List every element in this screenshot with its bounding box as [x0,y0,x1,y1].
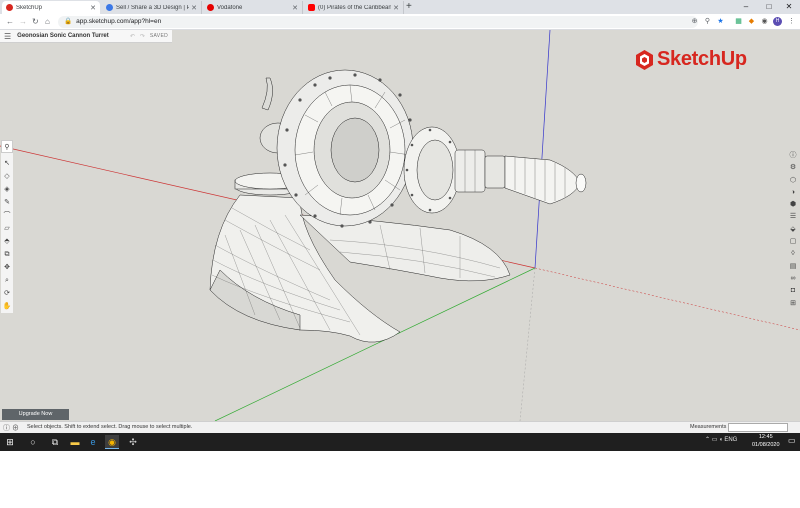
sketchup-favicon-icon [6,4,13,11]
extension-icon[interactable]: ◆ [747,17,756,26]
move-tool-icon[interactable]: ✥ [1,261,13,274]
push-pull-icon[interactable]: ⬘ [1,235,13,248]
windows-taskbar: ⊞ ○ ⧉ ▬ e ◉ ✣ ⌃ ▭ ◖ ENG 12:45 01/08/2020… [0,433,800,451]
browser-tab-bar: SketchUp ✕ Sell / Share a 3D Design | Pi… [0,0,800,14]
clock-time: 12:45 [758,434,773,440]
close-icon[interactable]: ✕ [393,4,399,12]
url-text: app.sketchup.com/app?hl=en [76,18,162,25]
task-view-icon[interactable]: ⧉ [48,435,62,449]
tab-pinshape[interactable]: Sell / Share a 3D Design | Pinsha ✕ [102,1,202,14]
entity-info-icon[interactable]: ⓘ [787,150,799,162]
extension-icon[interactable]: ▦ [734,17,743,26]
search-icon[interactable]: ○ [26,435,40,449]
edge-icon[interactable]: e [86,435,100,449]
tab-sketchup[interactable]: SketchUp ✕ [2,1,100,14]
bookmark-star-icon[interactable]: ★ [716,17,725,26]
tab-label: SketchUp [16,4,43,11]
save-status: SAVED [149,33,168,39]
solid-inspector-icon[interactable]: ⊞ [787,298,799,310]
arc-tool-icon[interactable]: ⌒ [1,209,13,222]
paint-bucket-icon[interactable]: ◈ [1,183,13,196]
pencil-line-icon[interactable]: ✎ [1,196,13,209]
shadows-icon[interactable]: ◘ [787,285,799,297]
status-bar: ⓘ ⊕ Select objects. Shift to extend sele… [0,421,800,433]
blue-axis [534,30,551,269]
status-info-icon[interactable]: ⓘ ⊕ [3,423,19,433]
new-tab-button[interactable]: + [406,1,412,13]
pan-tool-icon[interactable]: ✋ [1,300,13,313]
scenes-icon[interactable]: ▤ [787,261,799,273]
address-bar[interactable]: 🔒 app.sketchup.com/app?hl=en [58,16,698,28]
browser-toolbar: ← → ↻ ⌂ 🔒 app.sketchup.com/app?hl=en ⊕ ⚲ … [0,14,800,30]
reload-icon[interactable]: ↻ [32,16,39,28]
logo-text: SketchUp [657,48,747,70]
clock[interactable]: 12:45 01/08/2020 [752,434,780,449]
select-tool-icon[interactable]: ↖ [1,157,13,170]
undo-icon[interactable]: ↶ [130,33,135,40]
app-icon[interactable]: ✣ [126,435,140,449]
sketchup-logo: SketchUp [636,48,747,71]
globe-favicon-icon [106,4,113,11]
language-indicator[interactable]: ENG [724,437,737,443]
measurements-label: Measurements [690,424,727,430]
styles-icon[interactable]: ⬢ [787,199,799,211]
maximize-button[interactable]: □ [758,0,780,13]
status-message: Select objects. Shift to extend select. … [27,424,193,430]
3d-model-canvas[interactable] [0,30,800,421]
close-icon[interactable]: ✕ [191,4,197,12]
install-app-icon[interactable]: ⊕ [690,17,699,26]
rectangle-tool-icon[interactable]: ▱ [1,222,13,235]
system-tray[interactable]: ⌃ ▭ ◖ ENG [705,436,737,443]
vodafone-favicon-icon [207,4,214,11]
extension-icon[interactable]: ◉ [760,17,769,26]
screen: SketchUp ✕ Sell / Share a 3D Design | Pi… [0,0,800,451]
upgrade-now-button[interactable]: Upgrade Now [2,409,69,420]
notification-icon[interactable]: ▭ [788,436,796,445]
outliner-icon[interactable]: ⬙ [787,224,799,236]
file-explorer-icon[interactable]: ▬ [68,435,82,449]
redo-icon[interactable]: ↷ [140,33,145,40]
eraser-tool-icon[interactable]: ◇ [1,170,13,183]
model-title[interactable]: Geonosian Sonic Cannon Turret [17,33,130,39]
offset-tool-icon[interactable]: ⧉ [1,248,13,261]
lock-icon: 🔒 [64,18,73,25]
orbit-tool-icon[interactable]: ⟳ [1,287,13,300]
minimize-button[interactable]: – [735,0,757,13]
youtube-favicon-icon [308,4,315,11]
instructor-icon[interactable]: ⚙ [787,162,799,174]
tab-vodafone[interactable]: Vodafone ✕ [203,1,303,14]
sketchup-viewport[interactable]: ☰ Geonosian Sonic Cannon Turret ↶ ↷ SAVE… [0,30,800,421]
forward-arrow-icon[interactable]: → [19,16,27,28]
measurements-input[interactable] [728,423,788,432]
display-icon[interactable]: ∞ [787,273,799,285]
turret-model [209,69,587,343]
sketchup-logo-icon [636,49,653,70]
materials-icon[interactable]: ◑ [787,187,799,199]
profile-avatar[interactable]: H [773,17,782,26]
tab-label: (0) Pirates of the Caribbean: Th [318,4,392,11]
back-arrow-icon[interactable]: ← [6,16,14,28]
tags-icon[interactable]: ◊ [787,248,799,260]
views-icon[interactable]: ▢ [787,236,799,248]
menu-dots-icon[interactable]: ⋮ [787,17,796,26]
close-window-button[interactable]: ✕ [778,0,800,13]
search-icon[interactable]: ⚲ [1,140,13,153]
clock-date: 01/08/2020 [752,441,780,448]
close-icon[interactable]: ✕ [90,4,96,12]
tab-label: Sell / Share a 3D Design | Pinsha [116,4,189,11]
tab-youtube[interactable]: (0) Pirates of the Caribbean: Th ✕ [304,1,404,14]
left-toolbar: ⚲ ↖ ◇ ◈ ✎ ⌒ ▱ ⬘ ⧉ ✥ ⌕ ⟳ ✋ [1,140,13,313]
home-icon[interactable]: ⌂ [45,16,50,28]
zoom-icon[interactable]: ⚲ [703,17,712,26]
right-toolbar: ⓘ ⚙ ⬡ ◑ ⬢ ☰ ⬙ ▢ ◊ ▤ ∞ ◘ ⊞ [787,150,799,310]
model-title-panel: ☰ Geonosian Sonic Cannon Turret ↶ ↷ SAVE… [0,30,172,43]
windows-start-icon[interactable]: ⊞ [3,435,17,449]
components-icon[interactable]: ⬡ [787,175,799,187]
close-icon[interactable]: ✕ [292,4,298,12]
tab-label: Vodafone [217,4,243,11]
layers-icon[interactable]: ☰ [787,211,799,223]
hamburger-menu-icon[interactable]: ☰ [4,32,11,41]
tape-measure-icon[interactable]: ⌕ [1,274,13,287]
chrome-icon[interactable]: ◉ [105,435,119,449]
